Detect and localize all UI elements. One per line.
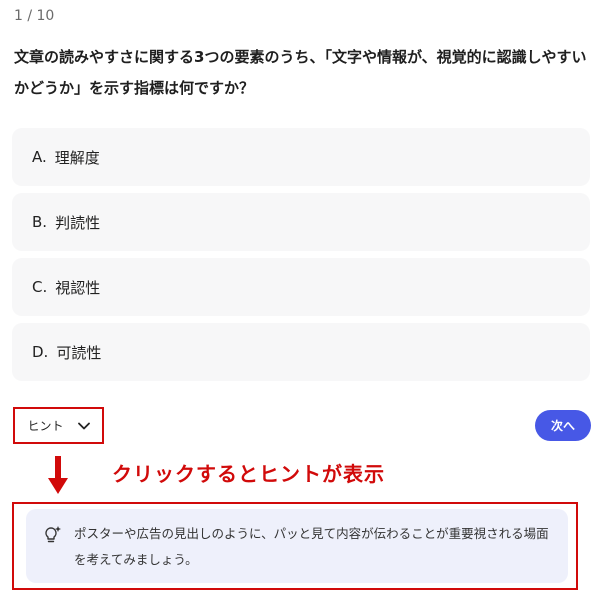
- hint-toggle-label: ヒント: [27, 419, 64, 433]
- question-counter: 1 / 10: [14, 8, 55, 24]
- option-d[interactable]: D. 可読性: [12, 323, 590, 381]
- option-letter: A.: [32, 148, 47, 166]
- option-a[interactable]: A. 理解度: [12, 128, 590, 186]
- option-label: 理解度: [54, 148, 100, 167]
- quiz-page: 1 / 10 文章の読みやすさに関する3つの要素のうち、「文字や情報が、視覚的に…: [0, 0, 598, 602]
- option-letter: D.: [32, 343, 49, 361]
- arrow-down-icon: [48, 456, 68, 500]
- option-letter: C.: [32, 278, 48, 296]
- option-c[interactable]: C. 視認性: [12, 258, 590, 316]
- option-label: 視認性: [55, 278, 101, 297]
- chevron-down-icon: [77, 422, 90, 430]
- hint-annotation: クリックするとヒントが表示: [112, 462, 385, 486]
- option-label: 判読性: [55, 213, 101, 232]
- hint-toggle-button[interactable]: ヒント: [13, 407, 104, 444]
- next-button[interactable]: 次へ: [535, 410, 591, 441]
- option-letter: B.: [32, 213, 48, 231]
- question-text: 文章の読みやすさに関する3つの要素のうち、「文字や情報が、視覚的に認識しやすいか…: [14, 48, 587, 97]
- answer-options: A. 理解度 B. 判読性 C. 視認性 D. 可読性: [12, 128, 590, 388]
- lightbulb-icon: [44, 525, 62, 549]
- option-b[interactable]: B. 判読性: [12, 193, 590, 251]
- hint-panel: ポスターや広告の見出しのように、パッと見て内容が伝わることが重要視される場面を考…: [26, 509, 568, 583]
- option-label: 可読性: [56, 343, 102, 362]
- hint-text: ポスターや広告の見出しのように、パッと見て内容が伝わることが重要視される場面を考…: [74, 526, 549, 567]
